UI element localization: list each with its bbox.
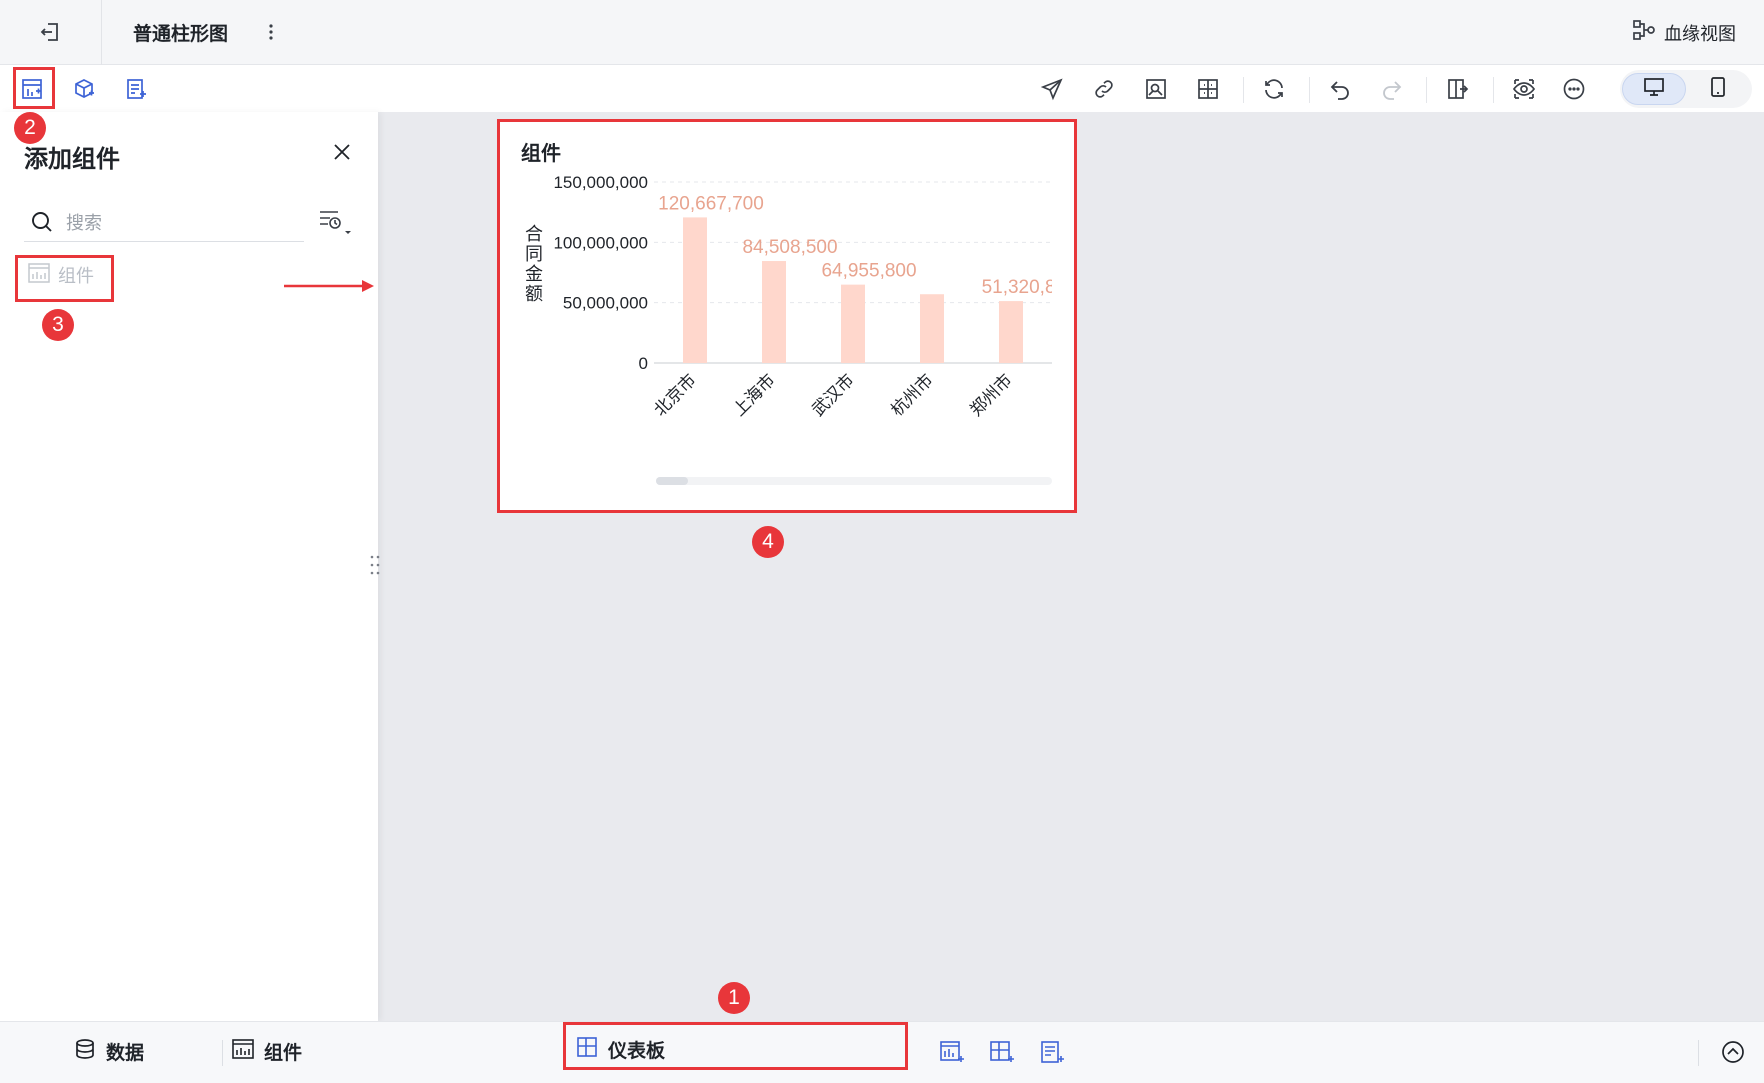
- add-component-icon[interactable]: [936, 1036, 968, 1068]
- dashboard-icon: [576, 1036, 598, 1063]
- bar-chart: 0 50,000,000 100,000,000 150,000,000 合同金额 120…: [525, 173, 1074, 421]
- lineage-icon: [1632, 19, 1656, 46]
- database-icon: [74, 1038, 96, 1065]
- close-icon[interactable]: [330, 140, 354, 164]
- data-tab[interactable]: 数据: [74, 1038, 144, 1065]
- more-vertical-icon[interactable]: [262, 20, 280, 44]
- bar-郑州市: [999, 301, 1023, 363]
- y-tick-label: 150,000,000: [553, 173, 648, 192]
- annotation-badge-3: 3: [42, 309, 74, 341]
- toolbar-separator: [1309, 77, 1310, 103]
- y-axis-label-char: 同: [525, 244, 543, 265]
- data-label: 84,508,500: [742, 237, 837, 258]
- y-tick-label: 0: [639, 354, 648, 373]
- exit-icon[interactable]: [36, 18, 64, 46]
- annotation-badge-1: 1: [718, 982, 750, 1014]
- data-label: 120,667,700: [658, 193, 764, 214]
- annotation-badge-2: 2: [14, 112, 46, 144]
- toolbar-separator: [1426, 77, 1427, 103]
- bottom-bar: 数据 组件 仪表板: [0, 1021, 1764, 1083]
- add-component-panel: 添加组件 搜索 组件: [0, 112, 380, 1021]
- bar-北京市: [683, 217, 707, 363]
- y-axis-label-char: 额: [525, 284, 543, 305]
- export-panel-icon[interactable]: [1442, 73, 1474, 105]
- desktop-view-button[interactable]: [1622, 73, 1686, 105]
- search-placeholder: 搜索: [66, 212, 102, 234]
- toolbar-separator: [1243, 77, 1244, 103]
- search-icon: [28, 208, 56, 236]
- monitor-icon: [1643, 76, 1665, 102]
- lineage-label: 血缘视图: [1664, 23, 1736, 45]
- data-tab-label: 数据: [106, 1042, 145, 1064]
- annotation-badge-4: 4: [752, 526, 784, 558]
- toolbar: [0, 65, 1764, 112]
- layout-grid-icon[interactable]: [1192, 73, 1224, 105]
- data-label: 51,320,80(: [982, 277, 1074, 298]
- bottom-separator: [222, 1040, 223, 1066]
- component-list-item-label: 组件: [58, 266, 94, 287]
- y-tick-label: 100,000,000: [553, 233, 648, 252]
- preview-icon[interactable]: [1508, 73, 1540, 105]
- more-horizontal-icon[interactable]: [1558, 73, 1590, 105]
- device-switch: [1620, 70, 1752, 108]
- image-search-icon[interactable]: [1140, 73, 1172, 105]
- x-tick-label: 北京市: [650, 370, 700, 420]
- chart-scrollbar[interactable]: [656, 477, 1052, 485]
- lineage-view-button[interactable]: 血缘视图: [1632, 19, 1736, 46]
- add-report-icon[interactable]: [1036, 1036, 1068, 1068]
- add-dashboard-icon[interactable]: [986, 1036, 1018, 1068]
- add-filter-component-icon[interactable]: [68, 73, 100, 105]
- toolbar-separator: [1493, 77, 1494, 103]
- add-text-component-icon[interactable]: [120, 73, 152, 105]
- x-tick-label: 上海市: [729, 370, 779, 420]
- chart-card[interactable]: 组件 0 50,000,000 100,000,000 150,000,000 合同金额…: [500, 122, 1074, 510]
- mobile-view-button[interactable]: [1686, 73, 1750, 105]
- redo-icon[interactable]: [1376, 73, 1408, 105]
- bar-chart-icon: [28, 262, 50, 288]
- undo-icon[interactable]: [1324, 73, 1356, 105]
- annotation-arrow: [284, 280, 374, 292]
- add-component-icon[interactable]: [16, 73, 48, 105]
- top-header: 普通柱形图 血缘视图: [0, 0, 1764, 65]
- history-filter-icon[interactable]: [318, 208, 358, 242]
- chart-scrollbar-thumb[interactable]: [656, 477, 688, 485]
- x-tick-label: 杭州市: [887, 370, 937, 420]
- bottom-separator: [1698, 1040, 1699, 1066]
- bar-杭州市: [920, 294, 944, 363]
- refresh-icon[interactable]: [1258, 73, 1290, 105]
- phone-icon: [1707, 76, 1729, 102]
- y-axis-label-char: 金: [525, 264, 543, 285]
- data-label: 64,955,800: [821, 261, 916, 282]
- bar-上海市: [762, 261, 786, 363]
- panel-title: 添加组件: [24, 145, 120, 173]
- search-input[interactable]: 搜索: [24, 202, 304, 242]
- dashboard-tab-label: 仪表板: [608, 1039, 666, 1062]
- y-tick-label: 50,000,000: [563, 294, 648, 313]
- component-tab[interactable]: 组件: [232, 1038, 302, 1065]
- bar-武汉市: [841, 284, 865, 363]
- bar-chart-icon: [232, 1039, 254, 1064]
- send-icon[interactable]: [1036, 73, 1068, 105]
- x-tick-label: 郑州市: [966, 370, 1016, 420]
- dashboard-tab[interactable]: 仪表板: [566, 1025, 906, 1073]
- resize-handle[interactable]: [370, 554, 380, 576]
- component-list-item[interactable]: 组件: [28, 262, 94, 288]
- y-axis-label-char: 合: [525, 224, 543, 245]
- component-tab-label: 组件: [264, 1042, 303, 1064]
- header-divider: [101, 0, 102, 65]
- x-tick-label: 武汉市: [808, 370, 858, 420]
- link-icon[interactable]: [1088, 73, 1120, 105]
- collapse-up-icon[interactable]: [1717, 1036, 1749, 1068]
- page-title: 普通柱形图: [133, 23, 229, 45]
